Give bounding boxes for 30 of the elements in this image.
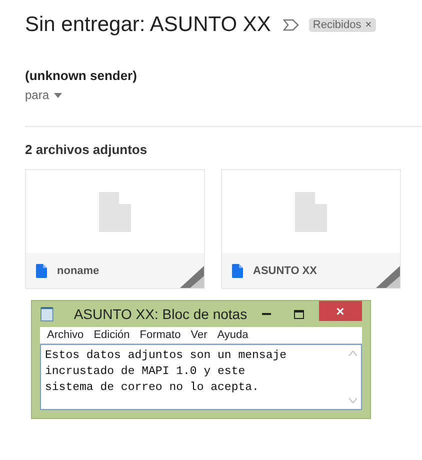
menu-item[interactable]: Ver xyxy=(186,329,212,341)
attachment-name: ASUNTO XX xyxy=(253,264,317,276)
menu-item[interactable]: Ayuda xyxy=(212,329,254,341)
scroll-up-icon xyxy=(349,351,357,356)
menu-item[interactable]: Edición xyxy=(88,329,135,341)
email-subject: Sin entregar: ASUNTO XX xyxy=(25,13,271,37)
window-title: ASUNTO XX: Bloc de notas xyxy=(74,306,248,322)
attachments-heading: 2 archivos adjuntos xyxy=(25,142,148,157)
recipient-dropdown[interactable]: para xyxy=(25,88,62,102)
page-curl-icon xyxy=(376,266,400,288)
remove-label-button[interactable]: × xyxy=(365,19,372,31)
document-icon xyxy=(36,264,47,278)
minimize-icon xyxy=(262,313,272,315)
sender-name: (unknown sender) xyxy=(25,68,138,83)
menu-item[interactable]: Formato xyxy=(134,329,186,341)
file-placeholder-icon xyxy=(99,192,131,232)
file-placeholder-icon xyxy=(295,192,327,232)
scroll-down-icon xyxy=(349,398,357,403)
attachment-name: noname xyxy=(57,264,100,276)
maximize-icon xyxy=(294,310,304,318)
importance-marker-icon[interactable] xyxy=(282,19,299,31)
page-curl-icon xyxy=(180,266,204,288)
menu-item[interactable]: Archivo xyxy=(42,329,89,341)
caret-icon xyxy=(54,92,62,98)
label-text: Recibidos xyxy=(312,19,362,31)
notepad-icon xyxy=(40,306,54,322)
document-icon xyxy=(232,264,243,278)
close-button[interactable]: × xyxy=(318,301,362,321)
attachment-card[interactable]: ASUNTO XX xyxy=(221,169,401,289)
attachment-card[interactable]: noname xyxy=(25,169,205,289)
